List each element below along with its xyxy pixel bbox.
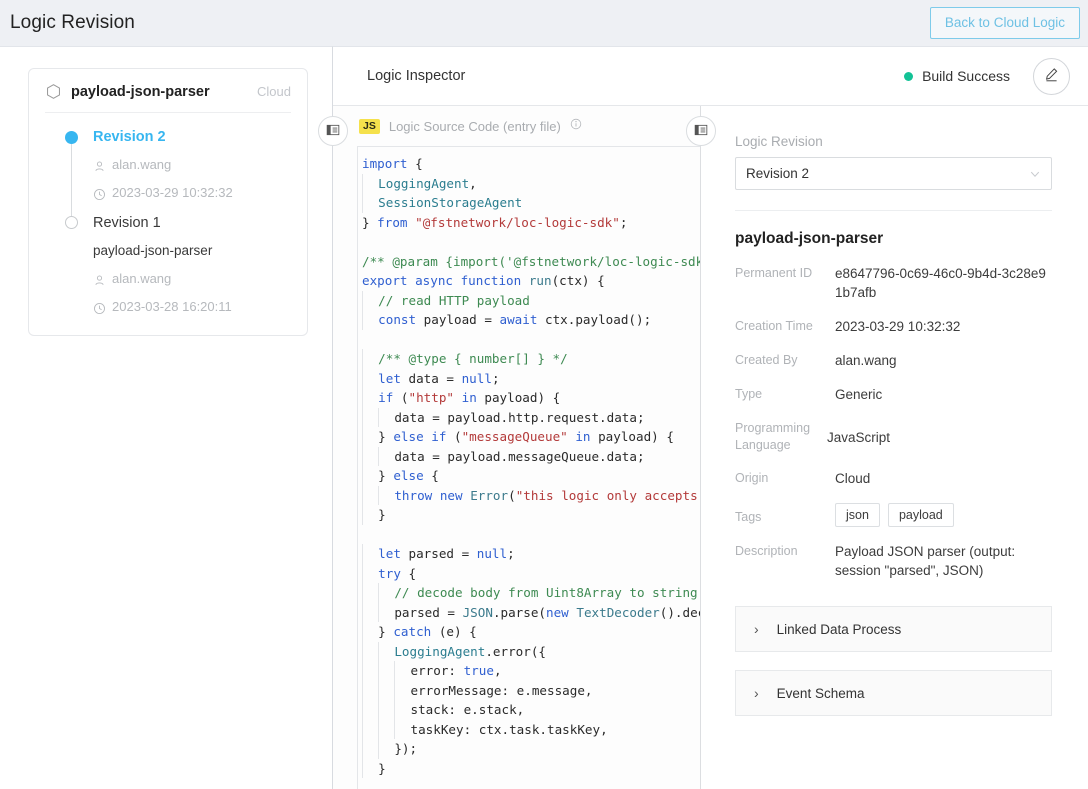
timeline-dot-active-icon xyxy=(65,131,78,144)
revision-title[interactable]: Revision 2 xyxy=(93,127,291,147)
revision-select-label: Logic Revision xyxy=(735,134,823,149)
source-code-pane: JS Logic Source Code (entry file) import… xyxy=(333,106,701,789)
revision-card-header: payload-json-parser Cloud xyxy=(45,83,291,113)
chevron-down-icon xyxy=(1029,168,1041,180)
user-icon xyxy=(93,273,106,286)
pencil-icon xyxy=(1043,66,1060,86)
detail-field-origin: Origin Cloud xyxy=(735,469,1052,488)
code-content[interactable]: import { LoggingAgent, SessionStorageAge… xyxy=(358,147,700,778)
revision-card: payload-json-parser Cloud Revision 2 ala… xyxy=(28,68,308,336)
field-label: Origin xyxy=(735,471,769,485)
revision-select[interactable]: Revision 2 xyxy=(735,157,1052,190)
revision-author-name: alan.wang xyxy=(112,157,172,172)
panel-collapse-icon xyxy=(326,123,340,140)
revision-sidebar: payload-json-parser Cloud Revision 2 ala… xyxy=(0,46,333,789)
status-dot-icon xyxy=(904,71,914,81)
detail-field-created-by: Created By alan.wang xyxy=(735,351,1052,370)
field-label: Created By xyxy=(735,353,798,367)
field-label: Permanent ID xyxy=(735,266,813,280)
inspector-column: Logic Inspector Build Success JS Logic S… xyxy=(318,46,1088,789)
detail-field-permanent-id: Permanent ID e8647796-0c69-46c0-9b4d-3c2… xyxy=(735,264,1052,302)
panel-collapse-icon xyxy=(694,123,708,140)
detail-field-tags: Tags json payload xyxy=(735,503,1052,527)
revision-timeline-item[interactable]: Revision 1 payload-json-parser alan.wang xyxy=(45,213,291,317)
timeline-dot-inactive-icon xyxy=(65,216,78,229)
field-value: JavaScript xyxy=(827,430,891,445)
revision-card-origin: Cloud xyxy=(257,84,291,99)
source-code-header: JS Logic Source Code (entry file) xyxy=(333,106,700,146)
chevron-right-icon: › xyxy=(754,685,759,701)
build-status: Build Success xyxy=(904,57,1070,95)
chevron-right-icon: › xyxy=(754,621,759,637)
detail-field-description: Description Payload JSON parser (output:… xyxy=(735,542,1052,580)
main-body: payload-json-parser Cloud Revision 2 ala… xyxy=(0,46,1088,789)
collapse-right-panel-button[interactable] xyxy=(686,116,716,146)
detail-field-programming-language: Programming Language JavaScript xyxy=(735,419,1052,454)
field-label: Type xyxy=(735,387,763,401)
field-label: Creation Time xyxy=(735,319,813,333)
inspector-title: Logic Inspector xyxy=(367,68,466,84)
hexagon-icon xyxy=(45,83,62,100)
accordion-label: Linked Data Process xyxy=(776,621,902,637)
revision-timestamp: 2023-03-28 16:20:11 xyxy=(93,297,291,317)
revision-author-name: alan.wang xyxy=(112,271,172,286)
js-badge: JS xyxy=(359,118,380,134)
revision-title[interactable]: Revision 1 xyxy=(93,213,291,233)
clock-icon xyxy=(93,301,106,314)
accordion-label: Event Schema xyxy=(776,685,865,701)
field-value: e8647796-0c69-46c0-9b4d-3c28e91b7afb xyxy=(835,266,1046,300)
user-icon xyxy=(93,159,106,172)
revision-timeline-item[interactable]: Revision 2 alan.wang 2023-03-29 10:32:32 xyxy=(45,127,291,203)
revision-timestamp-value: 2023-03-29 10:32:32 xyxy=(112,185,233,200)
inspector-panes: JS Logic Source Code (entry file) import… xyxy=(318,106,1088,789)
edit-button[interactable] xyxy=(1033,57,1070,95)
tag-item[interactable]: payload xyxy=(887,503,954,527)
revision-card-name: payload-json-parser xyxy=(71,83,210,100)
collapse-left-panel-button[interactable] xyxy=(318,116,348,146)
revision-timestamp: 2023-03-29 10:32:32 xyxy=(93,183,291,203)
revision-subtitle: payload-json-parser xyxy=(93,243,213,258)
top-bar: Logic Revision Back to Cloud Logic xyxy=(0,0,1088,46)
revision-detail-pane: Logic Revision Revision 2 payload-json-p… xyxy=(701,106,1088,789)
field-label: Tags xyxy=(735,510,762,524)
page-title: Logic Revision xyxy=(10,12,135,33)
timeline-gap xyxy=(45,203,291,213)
field-label: Programming Language xyxy=(735,421,811,452)
source-code-label: Logic Source Code (entry file) xyxy=(388,118,561,134)
detail-field-type: Type Generic xyxy=(735,385,1052,404)
detail-divider xyxy=(735,210,1052,211)
field-value: Payload JSON parser (output: session "pa… xyxy=(835,544,1016,578)
info-circle-icon[interactable] xyxy=(570,117,582,135)
code-editor[interactable]: import { LoggingAgent, SessionStorageAge… xyxy=(357,146,700,789)
detail-field-creation-time: Creation Time 2023-03-29 10:32:32 xyxy=(735,317,1052,336)
status-badge: Build Success xyxy=(922,68,1010,84)
accordion-event-schema[interactable]: › Event Schema xyxy=(735,670,1052,716)
revision-select-value: Revision 2 xyxy=(746,166,810,181)
field-value: 2023-03-29 10:32:32 xyxy=(835,319,961,334)
field-value: Cloud xyxy=(835,471,871,486)
field-label: Description xyxy=(735,544,798,558)
accordion-linked-data-process[interactable]: › Linked Data Process xyxy=(735,606,1052,652)
revision-author: alan.wang xyxy=(93,269,291,289)
detail-logic-name: payload-json-parser xyxy=(735,230,884,247)
field-value: Generic xyxy=(835,387,883,402)
back-to-cloud-logic-button[interactable]: Back to Cloud Logic xyxy=(929,7,1080,39)
revision-author: alan.wang xyxy=(93,155,291,175)
revision-timestamp-value: 2023-03-28 16:20:11 xyxy=(112,299,232,314)
tag-list: json payload xyxy=(835,503,954,527)
clock-icon xyxy=(93,187,106,200)
field-value: alan.wang xyxy=(835,353,897,368)
revision-timeline: Revision 2 alan.wang 2023-03-29 10:32:32… xyxy=(45,113,291,319)
inspector-header: Logic Inspector Build Success xyxy=(333,46,1088,106)
tag-item[interactable]: json xyxy=(835,503,880,527)
